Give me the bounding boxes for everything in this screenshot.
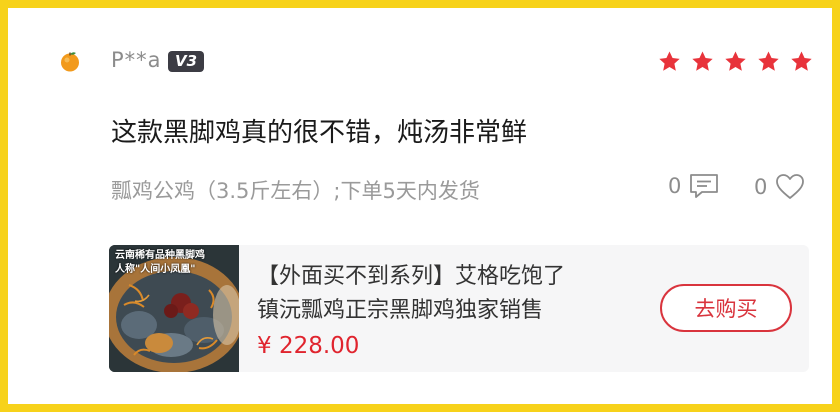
buy-button[interactable]: 去购买 <box>660 284 792 332</box>
username[interactable]: P**a <box>111 48 162 72</box>
like-count: 0 <box>754 174 768 199</box>
comment-icon <box>690 174 719 198</box>
product-title-line-1[interactable]: 【外面买不到系列】艾格吃饱了 <box>257 258 565 290</box>
star-icon <box>659 51 680 71</box>
star-icon <box>725 51 746 71</box>
product-image-caption: 云南稀有品种黑脚鸡 人称"人间小凤凰" <box>115 250 205 275</box>
orange-fruit-icon[interactable] <box>59 50 81 72</box>
star-icon <box>692 51 713 71</box>
review-frame: P**a V3 这款黑脚鸡真的很不错，炖汤非常鲜 瓢鸡公鸡（3.5斤左右）;下单… <box>0 0 840 412</box>
comment-count: 0 <box>668 174 682 198</box>
product-card[interactable]: 云南稀有品种黑脚鸡 人称"人间小凤凰" 【外面买不到系列】艾格吃饱了 镇沅瓢鸡正… <box>109 245 809 372</box>
heart-icon <box>776 174 805 199</box>
like-button[interactable]: 0 <box>754 173 805 200</box>
product-title-line-2[interactable]: 镇沅瓢鸡正宗黑脚鸡独家销售 <box>257 292 543 324</box>
star-icon <box>791 51 812 71</box>
star-rating <box>658 50 813 73</box>
product-image[interactable]: 云南稀有品种黑脚鸡 人称"人间小凤凰" <box>109 245 239 372</box>
review-text: 这款黑脚鸡真的很不错，炖汤非常鲜 <box>111 118 528 148</box>
level-badge: V3 <box>168 51 205 72</box>
star-icon <box>758 51 779 71</box>
product-spec: 瓢鸡公鸡（3.5斤左右）;下单5天内发货 <box>111 179 480 203</box>
product-price: ¥ 228.00 <box>257 333 360 359</box>
comment-button[interactable]: 0 <box>668 173 719 199</box>
